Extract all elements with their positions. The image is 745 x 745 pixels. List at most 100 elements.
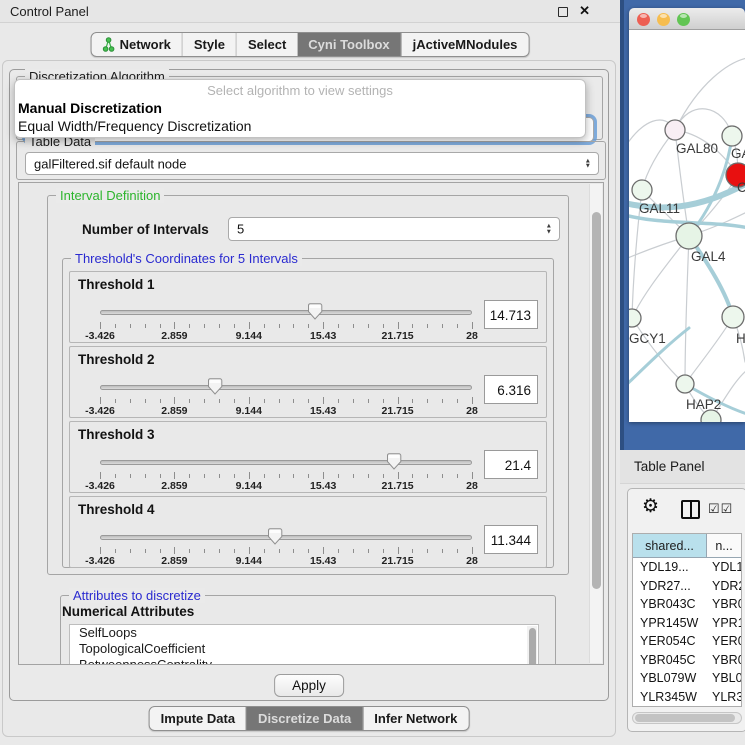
- table-row[interactable]: YPR145WYPR14...: [633, 614, 741, 633]
- table-row[interactable]: YLR345WYLR34...: [633, 688, 741, 707]
- apply-button[interactable]: Apply: [274, 674, 344, 697]
- mac-close-button[interactable]: [637, 13, 650, 26]
- threshold-value-field[interactable]: 11.344: [484, 525, 538, 554]
- tab-cyni-toolbox[interactable]: Cyni Toolbox: [297, 33, 400, 56]
- network-node[interactable]: [676, 375, 694, 393]
- network-edge: [675, 58, 745, 130]
- tick-label: 28: [466, 330, 478, 342]
- float-window-icon[interactable]: [558, 7, 568, 17]
- cell-shared-name[interactable]: YBR043C: [633, 595, 707, 614]
- cell-shared-name[interactable]: YDR27...: [633, 577, 707, 596]
- slider-thumb[interactable]: [307, 303, 322, 320]
- table-row[interactable]: YBL079WYBL07...: [633, 669, 741, 688]
- attribute-list-scrollbar[interactable]: [527, 626, 537, 665]
- node-label: GAL80: [676, 141, 718, 156]
- slider-thumb[interactable]: [208, 378, 223, 395]
- tick-mark: [234, 399, 235, 403]
- number-of-intervals-spinner[interactable]: 5 ▲▼: [228, 217, 560, 241]
- dropdown-item-equal-width[interactable]: Equal Width/Frequency Discretization: [18, 118, 251, 134]
- tab-style[interactable]: Style: [182, 33, 236, 56]
- cell-name[interactable]: YBR04...: [707, 651, 741, 670]
- table-row[interactable]: YBR043CYBR04...: [633, 595, 741, 614]
- dropdown-item-manual-discretization[interactable]: Manual Discretization: [18, 100, 162, 116]
- cell-name[interactable]: YPR14...: [707, 614, 741, 633]
- network-node[interactable]: [676, 223, 702, 249]
- network-node[interactable]: [632, 180, 652, 200]
- threshold-value-field[interactable]: 14.713: [484, 300, 538, 329]
- slider-thumb[interactable]: [386, 453, 401, 470]
- cell-shared-name[interactable]: YER054C: [633, 632, 707, 651]
- cell-shared-name[interactable]: YBL079W: [633, 669, 707, 688]
- tick-mark: [100, 472, 101, 479]
- checkbox-icons[interactable]: ☑☑: [708, 501, 733, 517]
- column-header-name[interactable]: n...: [707, 534, 741, 557]
- mac-minimize-button[interactable]: [657, 13, 670, 26]
- table-row[interactable]: YDR27...YDR27...: [633, 577, 741, 596]
- threshold-slider[interactable]: -3.4262.8599.14415.4321.71528: [100, 452, 472, 490]
- table-row[interactable]: YBR045CYBR04...: [633, 651, 741, 670]
- attribute-item[interactable]: SelfLoops: [70, 625, 538, 641]
- table-row[interactable]: YER054CYER05...: [633, 632, 741, 651]
- table-horizontal-scrollbar[interactable]: [632, 712, 742, 724]
- mac-zoom-button[interactable]: [677, 13, 690, 26]
- slider-tick-labels: -3.4262.8599.14415.4321.71528: [100, 330, 472, 342]
- table-toolbar: ⚙ ☑☑: [628, 489, 745, 531]
- cell-name[interactable]: YBL07...: [707, 669, 741, 688]
- threshold-value-field[interactable]: 21.4: [484, 450, 538, 479]
- network-node[interactable]: [722, 306, 744, 328]
- cell-name[interactable]: YBR04...: [707, 595, 741, 614]
- cell-shared-name[interactable]: YPR145W: [633, 614, 707, 633]
- tab-select[interactable]: Select: [236, 33, 297, 56]
- cell-name[interactable]: YER05...: [707, 632, 741, 651]
- network-node[interactable]: [722, 126, 742, 146]
- cell-name[interactable]: YDR27...: [707, 577, 741, 596]
- tick-mark: [145, 399, 146, 403]
- network-canvas[interactable]: GAL80GACGAL11GAL4GCY1HHAP2: [629, 30, 745, 422]
- slider-track[interactable]: [100, 310, 472, 315]
- tab-jactivemnodules[interactable]: jActiveMNodules: [401, 33, 529, 56]
- network-node[interactable]: [665, 120, 685, 140]
- cell-name[interactable]: YLR34...: [707, 688, 741, 707]
- settings-scrollbar[interactable]: [589, 184, 602, 663]
- threshold-slider[interactable]: -3.4262.8599.14415.4321.71528: [100, 377, 472, 415]
- tab-discretize-data[interactable]: Discretize Data: [246, 707, 362, 730]
- cell-shared-name[interactable]: YDL19...: [633, 558, 707, 577]
- slider-track[interactable]: [100, 385, 472, 390]
- tab-network[interactable]: Network: [92, 33, 182, 56]
- interval-group-title: Interval Definition: [56, 188, 164, 203]
- cell-shared-name[interactable]: YBR045C: [633, 651, 707, 670]
- network-node[interactable]: [629, 309, 641, 327]
- node-table[interactable]: shared... n... YDL19...YDL19...YDR27...Y…: [632, 533, 742, 707]
- tick-mark: [457, 549, 458, 553]
- network-edge: [685, 317, 733, 384]
- tick-mark: [204, 399, 205, 403]
- table-row[interactable]: YIL052CYIL05...: [633, 706, 741, 707]
- cell-shared-name[interactable]: YIL052C: [633, 706, 707, 707]
- table-row[interactable]: YDL19...YDL19...: [633, 558, 741, 577]
- table-data-combobox[interactable]: galFiltered.sif default node ▲▼: [25, 152, 599, 175]
- columns-icon[interactable]: [681, 500, 700, 519]
- cell-name[interactable]: YDL19...: [707, 558, 741, 577]
- cell-name[interactable]: YIL05...: [707, 706, 741, 707]
- tick-label: -3.426: [85, 405, 115, 417]
- column-header-shared-name[interactable]: shared...: [633, 534, 707, 557]
- close-icon[interactable]: ✕: [579, 3, 590, 19]
- attribute-item[interactable]: TopologicalCoefficient: [70, 641, 538, 657]
- tick-mark: [368, 399, 369, 403]
- threshold-slider[interactable]: -3.4262.8599.14415.4321.71528: [100, 302, 472, 340]
- threshold-value-field[interactable]: 6.316: [484, 375, 538, 404]
- gear-icon[interactable]: ⚙: [642, 495, 659, 518]
- slider-track[interactable]: [100, 460, 472, 465]
- right-pane: GAL80GACGAL11GAL4GCY1HHAP2 Table Panel ⚙…: [620, 0, 745, 745]
- tick-mark: [130, 399, 131, 403]
- tick-mark: [412, 399, 413, 403]
- attribute-list[interactable]: SelfLoopsTopologicalCoefficientBetweenne…: [69, 624, 539, 665]
- tab-infer-network[interactable]: Infer Network: [362, 707, 468, 730]
- threshold-slider[interactable]: -3.4262.8599.14415.4321.71528: [100, 527, 472, 565]
- cell-shared-name[interactable]: YLR345W: [633, 688, 707, 707]
- slider-track[interactable]: [100, 535, 472, 540]
- slider-thumb[interactable]: [267, 528, 282, 545]
- attribute-item[interactable]: BetweennessCentrality: [70, 657, 538, 665]
- tab-impute-data[interactable]: Impute Data: [150, 707, 246, 730]
- tick-mark: [249, 547, 250, 554]
